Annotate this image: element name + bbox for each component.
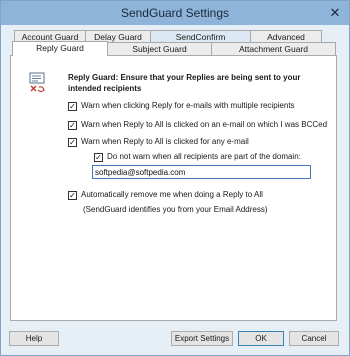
- reply-guard-header: Reply Guard: Ensure that your Replies ar…: [68, 73, 301, 93]
- close-icon[interactable]: ✕: [327, 5, 343, 20]
- help-button[interactable]: Help: [9, 331, 59, 346]
- tab-reply-guard[interactable]: Reply Guard: [12, 41, 108, 56]
- warn-bcc-checkbox[interactable]: ✓: [68, 121, 77, 130]
- warn-multiple-recipients-label: Warn when clicking Reply for e-mails wit…: [81, 101, 295, 110]
- domain-exception-checkbox[interactable]: ✓: [94, 153, 103, 162]
- warn-bcc-label: Warn when Reply to All is clicked on an …: [81, 120, 328, 129]
- warn-multiple-recipients-checkbox[interactable]: ✓: [68, 102, 77, 111]
- window-title: SendGuard Settings: [120, 6, 230, 20]
- warn-reply-all-checkbox[interactable]: ✓: [68, 138, 77, 147]
- ok-button[interactable]: OK: [238, 331, 284, 346]
- tab-subject-guard[interactable]: Subject Guard: [107, 42, 212, 55]
- cancel-button[interactable]: Cancel: [289, 331, 339, 346]
- export-settings-button[interactable]: Export Settings: [171, 331, 233, 346]
- reply-guard-icon: [29, 72, 45, 93]
- auto-remove-me-label: Automatically remove me when doing a Rep…: [81, 190, 263, 199]
- title-bar[interactable]: SendGuard Settings ✕: [1, 1, 349, 25]
- domain-input[interactable]: [92, 165, 311, 179]
- domain-exception-label: Do not warn when all recipients are part…: [107, 152, 301, 161]
- tab-attachment-guard[interactable]: Attachment Guard: [211, 42, 336, 55]
- identify-note: (SendGuard identifies you from your Emai…: [83, 205, 268, 214]
- warn-reply-all-label: Warn when Reply to All is clicked for an…: [81, 137, 249, 146]
- auto-remove-me-checkbox[interactable]: ✓: [68, 191, 77, 200]
- reply-guard-panel: [10, 55, 337, 321]
